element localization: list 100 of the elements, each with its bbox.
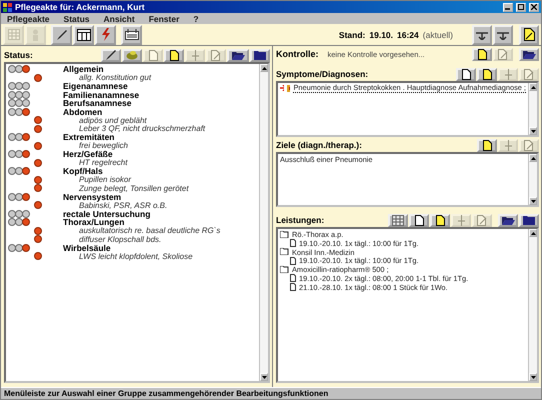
scrollbar[interactable]: [528, 83, 537, 135]
menu-item[interactable]: Pflegeakte: [7, 14, 50, 24]
scroll-up-button[interactable]: [529, 83, 537, 91]
scroll-down-button[interactable]: [529, 197, 537, 205]
toolbar-button[interactable]: [101, 48, 121, 62]
panel-title: Ziele (diagn./therap.):: [276, 140, 363, 150]
close-button[interactable]: [529, 2, 539, 12]
panel-title: Status:: [4, 50, 34, 60]
stand-note: (aktuell): [422, 30, 453, 40]
menu-item[interactable]: Ansicht: [104, 14, 135, 24]
toolbar-button[interactable]: [477, 138, 497, 152]
folder-icon: [254, 50, 266, 60]
tree-item[interactable]: Abdomen: [8, 108, 257, 116]
status-dot-icon: [34, 252, 42, 260]
close-icon: [531, 4, 537, 10]
toolbar-button[interactable]: [456, 68, 476, 80]
status-bar-text: Menüleiste zur Auswahl einer Gruppe zusammengehörender Bearbeitungsfunktionen: [4, 389, 328, 398]
toolbar-button[interactable]: [430, 214, 450, 226]
toolbar-button[interactable]: [493, 24, 513, 44]
page-icon: [524, 68, 534, 80]
status-dot-icon: [34, 142, 42, 150]
toolbar-button[interactable]: [477, 68, 497, 80]
stand-label: Stand:: [338, 30, 366, 40]
page-icon: [170, 50, 178, 60]
menu-item[interactable]: Fenster: [148, 14, 180, 24]
table-icon: [76, 28, 90, 40]
person-icon: [31, 28, 40, 40]
finding-text[interactable]: frei beweglich: [41, 141, 128, 150]
folder-icon: [280, 266, 289, 274]
toolbar-button[interactable]: [164, 48, 184, 62]
toolbar-button[interactable]: [51, 24, 72, 44]
folder-icon: [502, 215, 514, 225]
finding-text[interactable]: Leber 3 QF, nicht druckschmerzhaft: [41, 124, 206, 134]
grid-icon: [8, 29, 20, 40]
tree-item[interactable]: Familienanamnese: [8, 90, 257, 99]
toolbar-button[interactable]: [498, 214, 518, 226]
page-icon: [482, 68, 492, 80]
tree-item[interactable]: Herz/Gefäße: [8, 150, 257, 158]
calendar-icon: [124, 29, 138, 40]
scroll-up-button[interactable]: [260, 64, 268, 72]
maximize-button[interactable]: [516, 2, 526, 12]
tree-item[interactable]: rectale Untersuchung: [8, 210, 257, 218]
toolbar-button[interactable]: [519, 48, 539, 60]
toolbar-button[interactable]: [121, 24, 142, 44]
toolbar-button[interactable]: [519, 214, 539, 226]
tree-item[interactable]: Kopf/Hals: [8, 167, 257, 176]
minimize-button[interactable]: [503, 2, 513, 12]
page-icon: [211, 50, 221, 60]
scroll-down-button[interactable]: [529, 373, 537, 381]
folder-icon: [280, 248, 289, 256]
toolbar-button[interactable]: [519, 24, 539, 44]
scroll-up-button[interactable]: [529, 229, 537, 237]
tree-item[interactable]: Extremitäten: [8, 133, 257, 142]
finding-text[interactable]: LWS leicht klopfdolent, Skoliose: [41, 252, 193, 261]
menu-item[interactable]: ?: [193, 14, 199, 24]
tree-item[interactable]: Berufsanamnese: [8, 99, 257, 108]
scroll-down-button[interactable]: [529, 127, 537, 135]
folder-icon: [280, 230, 289, 238]
finding-text[interactable]: auskultatorisch re. basal deutliche RG`s: [41, 226, 220, 236]
scrollbar[interactable]: [528, 229, 537, 381]
scrollbar[interactable]: [259, 64, 268, 381]
tree-item[interactable]: Eigenanamnese: [8, 82, 257, 90]
stand-time: 16:24: [397, 30, 419, 40]
folder-icon: [232, 50, 244, 60]
diagnosis-icon: [286, 84, 290, 92]
arrow-right-icon: [280, 85, 284, 92]
finding-text[interactable]: Zunge belegt, Tonsillen gerötet: [41, 184, 189, 193]
page-icon: [290, 256, 296, 265]
tree-item[interactable]: Nervensystem: [8, 192, 257, 201]
finding-text[interactable]: Babinski, PSR, ASR o.B.: [41, 200, 168, 210]
lightning-icon: [100, 28, 112, 41]
pen-icon: [56, 28, 68, 40]
toolbar-button[interactable]: [250, 48, 270, 62]
toolbar-button[interactable]: [409, 214, 429, 226]
panel-title: Symptome/Diagnosen:: [276, 69, 370, 79]
menu-item[interactable]: Status: [64, 14, 90, 24]
finding-text[interactable]: diffuser Klopschall bds.: [41, 234, 162, 244]
toolbar-button[interactable]: [472, 24, 492, 44]
scrollbar[interactable]: [528, 154, 537, 205]
tree-item[interactable]: Allgemein: [8, 65, 257, 74]
scroll-down-button[interactable]: [260, 373, 268, 381]
page-icon: [498, 48, 508, 60]
toolbar-button[interactable]: [73, 24, 94, 44]
page-icon: [524, 140, 534, 150]
finding-text[interactable]: HT regelrecht: [41, 158, 128, 168]
finding-text[interactable]: adipös und gebläht: [41, 116, 147, 125]
scroll-up-button[interactable]: [529, 154, 537, 162]
bowl-icon: [126, 50, 138, 60]
status-dot-icon: [34, 158, 42, 167]
folder-icon: [522, 49, 536, 59]
finding-text[interactable]: allg. Konstitution gut: [41, 73, 152, 82]
grid-icon: [392, 214, 404, 226]
note-icon: [524, 28, 534, 41]
page-icon: [148, 50, 158, 60]
finding-text[interactable]: Pupillen isokor: [41, 175, 132, 184]
toolbar-button[interactable]: [472, 48, 492, 60]
page-icon: [477, 214, 487, 226]
tree-item[interactable]: Thorax/Lungen: [8, 218, 257, 226]
tree-item[interactable]: Wirbelsäule: [8, 244, 257, 252]
toolbar-button[interactable]: [227, 48, 249, 62]
